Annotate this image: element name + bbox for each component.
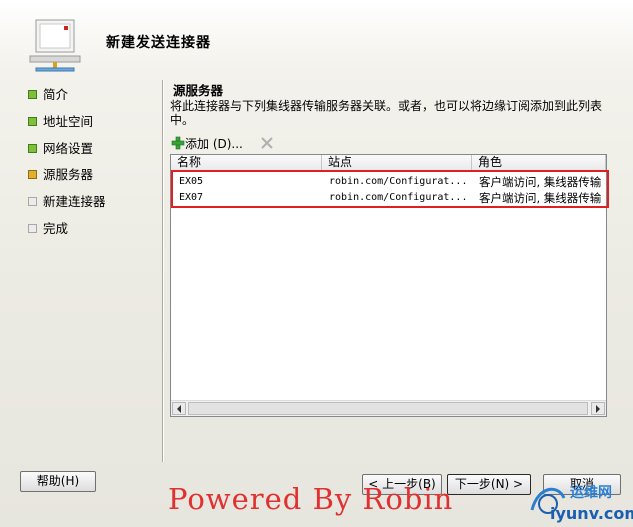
- horizontal-scrollbar[interactable]: [171, 400, 606, 416]
- column-header-role[interactable]: 角色: [472, 155, 606, 171]
- column-header-site[interactable]: 站点: [322, 155, 472, 171]
- step-label: 简介: [43, 87, 69, 102]
- red-x-icon: [261, 137, 273, 149]
- exchange-connector-icon: [26, 14, 84, 78]
- step-label: 完成: [43, 221, 69, 236]
- page-title: 新建发送连接器: [106, 35, 211, 51]
- step-done-icon: [28, 144, 37, 153]
- step-done-icon: [28, 117, 37, 126]
- step-current-icon: [28, 170, 37, 179]
- step-label: 地址空间: [43, 114, 94, 129]
- section-description: 将此连接器与下列集线器传输服务器关联。或者，也可以将边缘订阅添加到此列表中。: [170, 99, 603, 127]
- site-logo-text-en: iyunv.com: [550, 504, 633, 523]
- watermark-text: Powered By Robin: [168, 482, 454, 516]
- arrow-right-icon: [596, 405, 600, 413]
- site-logo: 运维网 iyunv.com: [520, 474, 633, 526]
- add-button-label: 添加 (D)...: [185, 137, 243, 151]
- scroll-left-button[interactable]: [172, 402, 186, 415]
- scroll-thumb[interactable]: [188, 402, 588, 415]
- step-done-icon: [28, 90, 37, 99]
- next-button[interactable]: 下一步(N) >: [447, 474, 531, 495]
- add-button[interactable]: 添加 (D)...: [171, 135, 243, 153]
- scroll-right-button[interactable]: [591, 402, 605, 415]
- step-label: 网络设置: [43, 141, 94, 156]
- step-pending-icon: [28, 197, 37, 206]
- help-button[interactable]: 帮助(H): [20, 471, 96, 492]
- remove-button[interactable]: [259, 135, 275, 151]
- step-pending-icon: [28, 224, 37, 233]
- divider: [162, 80, 164, 462]
- step-label: 源服务器: [43, 167, 94, 182]
- arrow-left-icon: [177, 405, 181, 413]
- selection-highlight-annotation: [171, 170, 609, 208]
- column-header-name[interactable]: 名称: [171, 155, 322, 171]
- site-logo-text-cn: 运维网: [570, 485, 612, 501]
- step-label: 新建连接器: [43, 194, 106, 209]
- green-plus-icon: [171, 136, 185, 150]
- section-title: 源服务器: [173, 83, 224, 98]
